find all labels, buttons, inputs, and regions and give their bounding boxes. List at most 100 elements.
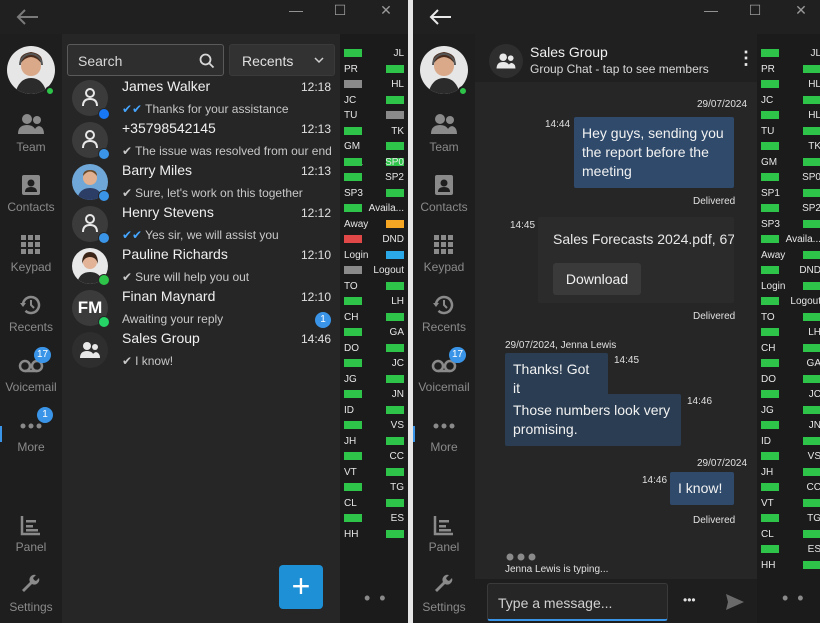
minimize-button[interactable]: —: [699, 0, 723, 22]
status-panel-row[interactable]: Away: [757, 248, 820, 263]
panel-more-dots[interactable]: • •: [364, 588, 388, 609]
status-panel-row[interactable]: CH: [340, 310, 408, 325]
maximize-button[interactable]: ☐: [328, 0, 352, 22]
status-panel-row[interactable]: VS: [340, 418, 408, 433]
status-panel-row[interactable]: Logout: [757, 294, 820, 309]
conversation-item[interactable]: Henry Stevens 12:12 ✔✔ Yes sir, we will a…: [62, 202, 340, 244]
status-panel-row[interactable]: HL: [757, 77, 820, 92]
back-arrow-icon[interactable]: [427, 7, 453, 27]
status-panel-row[interactable]: JH: [757, 465, 820, 480]
status-panel-row[interactable]: HH: [757, 558, 820, 573]
status-panel-row[interactable]: VT: [757, 496, 820, 511]
filter-dropdown[interactable]: Recents: [229, 44, 335, 76]
file-attachment[interactable]: Sales Forecasts 2024.pdf, 67 Download: [538, 217, 734, 303]
status-panel-row[interactable]: LH: [757, 325, 820, 340]
status-panel-row[interactable]: ID: [340, 403, 408, 418]
conversation-item[interactable]: Sales Group 14:46 ✔ I know!: [62, 328, 340, 370]
status-panel-row[interactable]: DND: [757, 263, 820, 278]
status-panel-row[interactable]: CL: [757, 527, 820, 542]
close-button[interactable]: ✕: [789, 0, 813, 22]
status-panel-row[interactable]: Availa...: [757, 232, 820, 247]
nav-keypad[interactable]: Keypad: [413, 234, 475, 290]
status-panel-row[interactable]: DO: [757, 372, 820, 387]
status-panel-row[interactable]: JN: [340, 387, 408, 402]
nav-voicemail[interactable]: Voicemail: [0, 354, 62, 410]
status-panel-row[interactable]: ES: [340, 511, 408, 526]
status-panel-row[interactable]: SP1: [757, 186, 820, 201]
close-button[interactable]: ✕: [374, 0, 398, 22]
minimize-button[interactable]: —: [284, 0, 308, 22]
status-panel-row[interactable]: TG: [757, 511, 820, 526]
status-panel-row[interactable]: CH: [757, 341, 820, 356]
chat-menu-icon[interactable]: ⋮: [737, 48, 755, 69]
panel-more-dots[interactable]: • •: [782, 588, 806, 609]
conversation-item[interactable]: James Walker 12:18 ✔✔ Thanks for your ass…: [62, 76, 340, 120]
status-panel-row[interactable]: DO: [340, 341, 408, 356]
status-panel-row[interactable]: PR: [340, 62, 408, 77]
status-panel-row[interactable]: VS: [757, 449, 820, 464]
status-panel-row[interactable]: SP2: [340, 170, 408, 185]
status-panel-row[interactable]: JG: [340, 372, 408, 387]
status-panel-row[interactable]: ID: [757, 434, 820, 449]
status-panel-row[interactable]: CC: [757, 480, 820, 495]
message-input[interactable]: Type a message...: [487, 583, 668, 621]
status-panel-row[interactable]: TU: [340, 108, 408, 123]
status-panel-row[interactable]: JN: [757, 418, 820, 433]
status-panel-row[interactable]: VT: [340, 465, 408, 480]
maximize-button[interactable]: ☐: [743, 0, 767, 22]
status-panel-row[interactable]: CL: [340, 496, 408, 511]
status-panel-row[interactable]: GA: [340, 325, 408, 340]
status-panel-row[interactable]: GM: [340, 139, 408, 154]
status-panel-row[interactable]: SP1SP0: [340, 155, 408, 170]
status-panel-row[interactable]: TK: [757, 139, 820, 154]
nav-panel[interactable]: Panel: [413, 514, 475, 570]
new-conversation-button[interactable]: +: [279, 565, 323, 609]
nav-panel[interactable]: Panel: [0, 514, 62, 570]
status-panel-row[interactable]: JL: [340, 46, 408, 61]
status-panel-row[interactable]: JC: [757, 93, 820, 108]
status-panel-row[interactable]: JC: [757, 387, 820, 402]
conversation-item[interactable]: +35798542145 12:13 ✔ The issue was resolv…: [62, 118, 340, 160]
conversation-item[interactable]: Pauline Richards 12:10 ✔ Sure will help y…: [62, 244, 340, 286]
back-arrow-icon[interactable]: [14, 7, 40, 27]
status-panel-row[interactable]: HL: [757, 108, 820, 123]
status-panel-row[interactable]: CC: [340, 449, 408, 464]
status-panel-row[interactable]: TO: [757, 310, 820, 325]
send-icon[interactable]: [725, 593, 745, 611]
status-panel-row[interactable]: SP0: [757, 170, 820, 185]
conversation-item[interactable]: FM Finan Maynard 12:10 Awaiting your rep…: [62, 286, 340, 328]
search-icon[interactable]: [199, 53, 215, 69]
nav-more[interactable]: More: [0, 414, 62, 470]
status-panel-row[interactable]: HL: [340, 77, 408, 92]
chat-header[interactable]: Sales Group Group Chat - tap to see memb…: [475, 34, 757, 82]
nav-recents[interactable]: Recents: [0, 294, 62, 350]
status-panel-row[interactable]: TK: [340, 124, 408, 139]
status-panel-row[interactable]: JL: [757, 46, 820, 61]
nav-team[interactable]: Team: [0, 112, 62, 168]
nav-settings[interactable]: Settings: [0, 574, 62, 623]
download-button[interactable]: Download: [553, 263, 641, 295]
status-panel-row[interactable]: GM: [757, 155, 820, 170]
status-panel-row[interactable]: Login: [757, 279, 820, 294]
status-panel-row[interactable]: GA: [757, 356, 820, 371]
status-panel-row[interactable]: SP3: [757, 217, 820, 232]
conversation-item[interactable]: Barry Miles 12:13 ✔ Sure, let's work on t…: [62, 160, 340, 202]
status-panel-row[interactable]: Availa...: [340, 201, 408, 216]
status-panel-row[interactable]: Login: [340, 248, 408, 263]
status-panel-row[interactable]: ES: [757, 542, 820, 557]
nav-team[interactable]: Team: [413, 112, 475, 168]
status-panel-row[interactable]: Logout: [340, 263, 408, 278]
status-panel-row[interactable]: JC: [340, 356, 408, 371]
status-panel-row[interactable]: JH: [340, 434, 408, 449]
composer-more-button[interactable]: •••: [683, 593, 696, 607]
status-panel-row[interactable]: TU: [757, 124, 820, 139]
nav-voicemail[interactable]: Voicemail: [413, 354, 475, 410]
nav-recents[interactable]: Recents: [413, 294, 475, 350]
status-panel-row[interactable]: HH: [340, 527, 408, 542]
search-input[interactable]: Search: [67, 44, 224, 76]
nav-contacts[interactable]: Contacts: [413, 174, 475, 230]
nav-contacts[interactable]: Contacts: [0, 174, 62, 230]
nav-keypad[interactable]: Keypad: [0, 234, 62, 290]
status-panel-row[interactable]: SP2: [757, 201, 820, 216]
status-panel-row[interactable]: TO: [340, 279, 408, 294]
